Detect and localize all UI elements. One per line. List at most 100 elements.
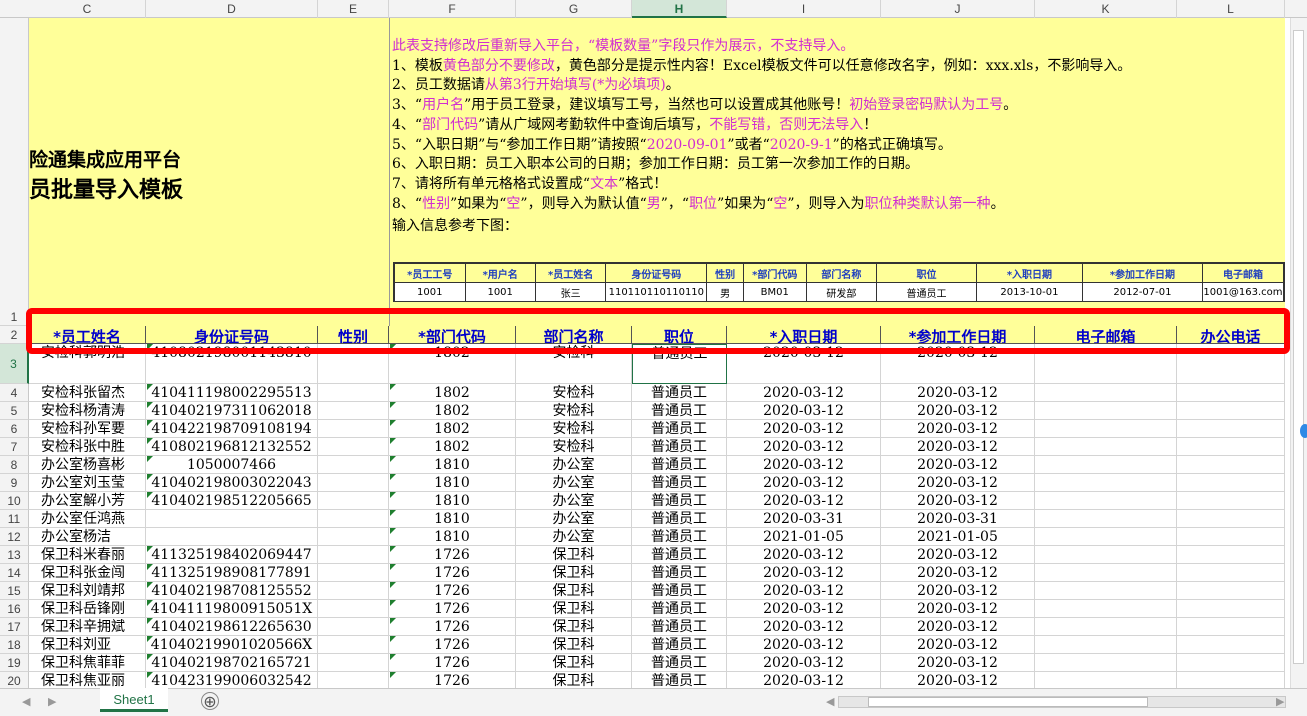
grid-cell[interactable]: 1802 [389,420,516,438]
grid-cell[interactable]: 2021-01-05 [727,528,881,546]
grid-cell[interactable]: 2020-03-12 [727,456,881,474]
sheet-tab-sheet1[interactable]: Sheet1 [100,688,168,712]
grid-cell[interactable]: 普通员工 [632,582,727,600]
grid-cell[interactable] [1035,636,1177,654]
text-number-warning-icon[interactable] [147,600,153,606]
grid-cell[interactable] [318,420,389,438]
grid-cell[interactable]: 普通员工 [632,564,727,582]
grid-cell[interactable] [1177,438,1285,456]
row-header-9[interactable]: 9 [0,474,29,492]
grid-cell[interactable]: 1802 [389,384,516,402]
grid-cell[interactable]: 安检科 [516,438,632,456]
grid-cell[interactable] [318,384,389,402]
grid-cell[interactable] [318,582,389,600]
grid-cell[interactable] [1177,474,1285,492]
grid-cell[interactable] [1177,600,1285,618]
row-header-5[interactable]: 5 [0,402,29,420]
scroll-right-icon[interactable]: ▶ [1276,695,1284,708]
grid-cell[interactable]: 保卫科刘亚 [29,636,146,654]
grid-cell[interactable] [1035,618,1177,636]
row-header-13[interactable]: 13 [0,546,29,564]
text-number-warning-icon[interactable] [147,456,153,462]
grid-cell[interactable]: 安检科 [516,420,632,438]
grid-cell[interactable]: 2020-03-12 [881,492,1035,510]
grid-cell[interactable] [318,510,389,528]
grid-cell[interactable]: 2020-03-12 [727,384,881,402]
grid-cell[interactable] [1035,384,1177,402]
grid-cell[interactable]: 办公室解小芳 [29,492,146,510]
grid-cell[interactable]: 2020-03-12 [727,492,881,510]
grid-cell[interactable] [1035,510,1177,528]
text-number-warning-icon[interactable] [147,564,153,570]
row-header-6[interactable]: 6 [0,420,29,438]
column-header-f[interactable]: F [389,0,516,18]
grid-cell[interactable]: 普通员工 [632,618,727,636]
add-sheet-icon[interactable]: ⊕ [201,692,219,710]
text-number-warning-icon[interactable] [390,618,396,624]
row-header-10[interactable]: 10 [0,492,29,510]
grid-cell[interactable]: 410411198002295513 [146,384,318,402]
grid-cell[interactable]: 1050007466 [146,456,318,474]
grid-cell[interactable] [1035,402,1177,420]
grid-cell[interactable]: 保卫科 [516,564,632,582]
grid-cell[interactable]: 2020-03-12 [727,402,881,420]
grid-cell[interactable] [1177,384,1285,402]
grid-cell[interactable]: 1726 [389,636,516,654]
grid-cell[interactable]: 2020-03-12 [727,582,881,600]
grid-cell[interactable]: 保卫科米春丽 [29,546,146,564]
grid-cell[interactable] [1177,510,1285,528]
grid-cell[interactable]: 1810 [389,510,516,528]
grid-cell[interactable]: 2020-03-12 [881,420,1035,438]
grid-cell[interactable]: 2020-03-12 [881,402,1035,420]
text-number-warning-icon[interactable] [147,636,153,642]
grid-cell[interactable] [318,438,389,456]
grid-cell[interactable]: 411325198402069447 [146,546,318,564]
grid-cell[interactable]: 2020-03-12 [727,474,881,492]
grid-cell[interactable]: 410402198708125552 [146,582,318,600]
text-number-warning-icon[interactable] [147,672,153,678]
grid-cell[interactable] [1177,546,1285,564]
row-header-17[interactable]: 17 [0,618,29,636]
grid-cell[interactable]: 410402198512205665 [146,492,318,510]
grid-cell[interactable] [1177,654,1285,672]
text-number-warning-icon[interactable] [390,474,396,480]
grid-cell[interactable] [1177,420,1285,438]
grid-cell[interactable]: 1810 [389,474,516,492]
grid-cell[interactable] [1177,636,1285,654]
grid-cell[interactable] [318,492,389,510]
grid-cell[interactable]: 41041119800915051X [146,600,318,618]
grid-cell[interactable]: 办公室 [516,492,632,510]
grid-cell[interactable]: 保卫科张金闯 [29,564,146,582]
grid-cell[interactable]: 2020-03-12 [727,654,881,672]
grid-cell[interactable] [1177,402,1285,420]
grid-cell[interactable]: 1726 [389,582,516,600]
grid-cell[interactable] [1035,420,1177,438]
vertical-scroll-thumb[interactable] [1293,30,1304,664]
grid-cell[interactable]: 410402198702165721 [146,654,318,672]
grid-cell[interactable]: 普通员工 [632,654,727,672]
grid-cell[interactable]: 410402198003022043 [146,474,318,492]
row-header-7[interactable]: 7 [0,438,29,456]
grid-cell[interactable]: 保卫科刘靖邦 [29,582,146,600]
column-header-g[interactable]: G [516,0,632,18]
grid-cell[interactable] [1177,564,1285,582]
grid-cell[interactable]: 保卫科 [516,636,632,654]
grid-cell[interactable]: 2020-03-12 [881,636,1035,654]
text-number-warning-icon[interactable] [390,492,396,498]
row-header-8[interactable]: 8 [0,456,29,474]
grid-cell[interactable] [318,546,389,564]
grid-cell[interactable]: 保卫科 [516,582,632,600]
text-number-warning-icon[interactable] [390,636,396,642]
grid-cell[interactable]: 1802 [389,438,516,456]
grid-cell[interactable]: 保卫科辛拥斌 [29,618,146,636]
text-number-warning-icon[interactable] [147,474,153,480]
grid-cell[interactable]: 2020-03-31 [881,510,1035,528]
grid-cell[interactable]: 41040219901020566X [146,636,318,654]
grid-cell[interactable]: 2020-03-12 [727,600,881,618]
grid-cell[interactable] [318,402,389,420]
row-header-11[interactable]: 11 [0,510,29,528]
grid-cell[interactable] [318,654,389,672]
text-number-warning-icon[interactable] [390,456,396,462]
grid-cell[interactable]: 普通员工 [632,438,727,456]
row-header-2[interactable]: 2 [0,326,29,344]
